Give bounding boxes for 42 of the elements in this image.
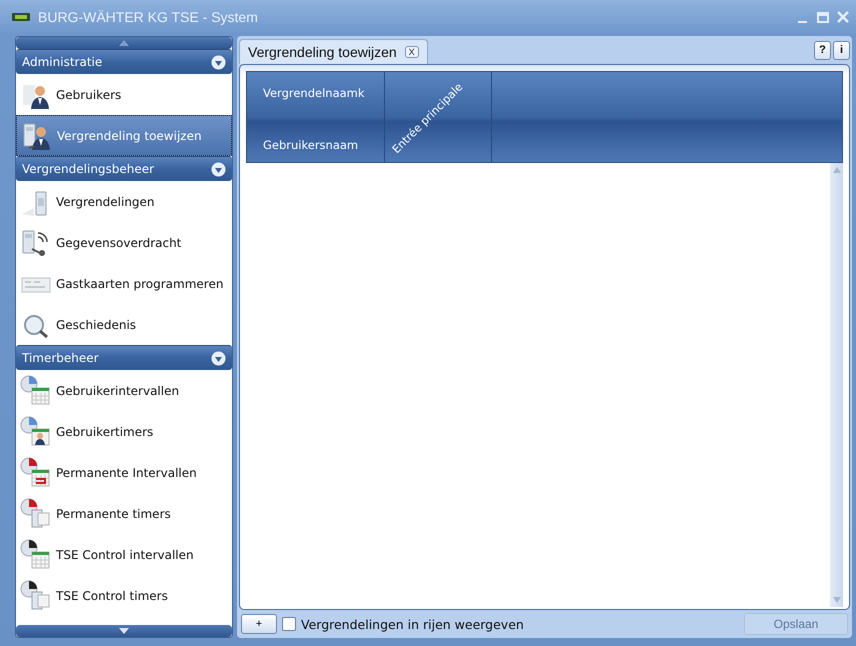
sidebar-item[interactable]: Gebruikertimers [16,411,232,452]
clock-lock-icon [20,498,52,530]
scroll-up-bar[interactable] [16,37,232,49]
maximize-icon[interactable] [816,10,830,24]
scrollbar[interactable] [830,163,843,607]
clock-user-icon [20,416,52,448]
sidebar-item[interactable]: Gastkaarten programmeren [16,263,232,304]
add-button[interactable]: + [241,614,277,634]
scroll-down-bar[interactable] [16,625,232,637]
sidebar-item[interactable]: Geschiedenis [16,304,232,345]
column-header: Vergrendelnaamk [263,86,366,100]
help-button[interactable]: ? [814,40,831,60]
sidebar-item[interactable]: TSE Control timers [16,575,232,616]
clock-calendar-icon [20,374,52,406]
collapse-icon[interactable] [211,54,226,70]
scroll-down-icon[interactable] [832,597,840,603]
clock-lock-icon [20,580,52,612]
logo-icon [12,13,30,21]
section-header[interactable]: Vergrendelingsbeheer [16,156,232,181]
window-title: BURG-WÄHTER KG TSE - System [38,9,259,25]
checkbox-label: Vergrendelingen in rijen weergeven [301,616,525,632]
close-tab-button[interactable]: X [404,46,419,58]
sidebar-item[interactable]: Permanente Intervallen [16,452,232,493]
clock-repeat-icon [20,456,52,488]
sidebar-item[interactable]: Vergrendeling toewijzen [16,115,232,156]
collapse-icon[interactable] [211,350,226,366]
collapse-icon[interactable] [211,162,226,176]
close-icon[interactable] [836,10,850,24]
row-header: Gebruikersnaam [263,138,360,152]
tab[interactable]: Vergrendeling toewijzen X [239,39,428,64]
clock-calendar-icon [20,538,52,570]
help-button[interactable]: i [833,40,850,60]
sidebar-item[interactable]: TSE Control intervallen [16,534,232,575]
sidebar-item[interactable]: Gebruikers [16,74,232,115]
scroll-up-icon[interactable] [832,167,840,173]
checkbox[interactable] [282,617,296,631]
section-header[interactable]: Timerbeheer [16,345,232,370]
sidebar-item[interactable]: Permanente timers [16,493,232,534]
section-header[interactable]: Administratie [16,49,232,74]
sidebar-item[interactable]: Vergrendelingen [16,181,232,222]
sidebar-item[interactable]: Gegevensoverdracht [16,222,232,263]
sidebar-item[interactable]: Gebruikerintervallen [16,370,232,411]
